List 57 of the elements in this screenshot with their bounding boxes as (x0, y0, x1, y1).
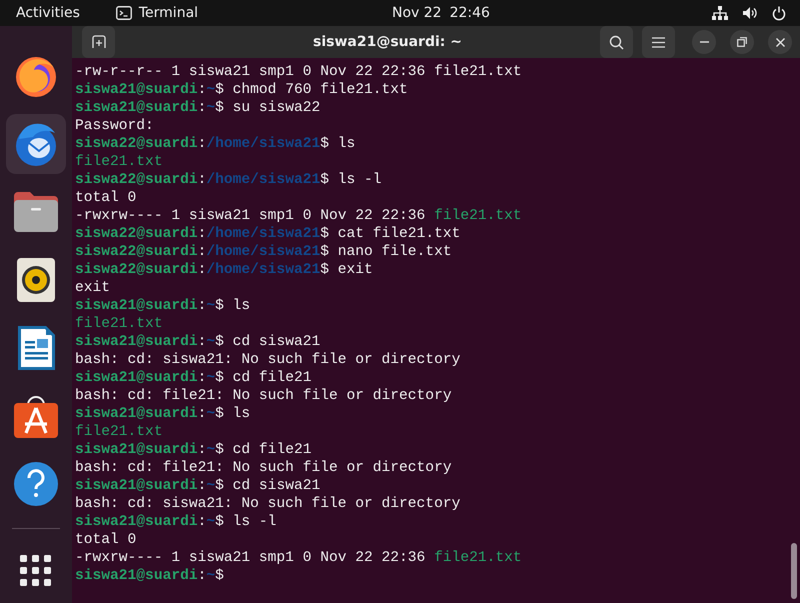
power-icon[interactable] (772, 6, 786, 20)
terminal-line: siswa22@suardi:/home/siswa21$ ls -l (75, 171, 382, 189)
terminal-line: siswa22@suardi:/home/siswa21$ cat file21.txt (75, 225, 460, 243)
minimize-button[interactable] (692, 30, 716, 54)
close-button[interactable] (768, 30, 792, 54)
activities-button[interactable]: Activities (16, 5, 80, 21)
terminal-line: bash: cd: siswa21: No such file or directory (75, 495, 460, 513)
terminal-line: -rw-r--r-- 1 siswa21 smp1 0 Nov 22 22:36 file21.txt (75, 63, 522, 81)
new-tab-icon (92, 35, 106, 49)
terminal-line: -rwxrw---- 1 siswa21 smp1 0 Nov 22 22:36 file21.txt (75, 207, 522, 225)
terminal-icon (116, 6, 132, 20)
terminal-line: siswa21@suardi:~$ su siswa22 (75, 99, 320, 117)
terminal-line: siswa22@suardi:/home/siswa21$ nano file.txt (75, 243, 452, 261)
clock[interactable]: Nov 22 22:46 (392, 5, 490, 21)
app-menu[interactable]: Terminal (116, 5, 198, 21)
terminal-line: Password: (75, 117, 154, 135)
terminal-line: siswa22@suardi:/home/siswa21$ ls (75, 135, 356, 153)
shopping-bag-icon (13, 393, 59, 439)
new-tab-button[interactable] (82, 26, 115, 58)
terminal-line: siswa21@suardi:~$ cd file21 (75, 441, 312, 459)
terminal-line: bash: cd: siswa21: No such file or directory (75, 351, 460, 369)
app-grid-icon (20, 555, 52, 587)
search-button[interactable] (600, 26, 633, 58)
terminal-line: total 0 (75, 189, 136, 207)
menu-icon (652, 36, 665, 48)
close-icon (776, 38, 784, 46)
terminal-line: siswa21@suardi:~$ ls (75, 297, 250, 315)
terminal-line: exit (75, 279, 110, 297)
minimize-icon (700, 41, 708, 43)
terminal-line: siswa21@suardi:~$ cd siswa21 (75, 477, 320, 495)
terminal-line: file21.txt (75, 153, 163, 171)
restore-icon (737, 37, 747, 47)
terminal-line: siswa21@suardi:~$ chmod 760 file21.txt (75, 81, 408, 99)
network-icon[interactable] (712, 6, 728, 20)
speaker-icon (16, 257, 56, 303)
terminal-line: siswa22@suardi:/home/siswa21$ exit (75, 261, 373, 279)
volume-icon[interactable] (742, 6, 758, 20)
terminal-line: siswa21@suardi:~$ cd siswa21 (75, 333, 320, 351)
terminal-line: siswa21@suardi:~$ ls (75, 405, 250, 423)
terminal-line: total 0 (75, 531, 136, 549)
terminal-line: file21.txt (75, 315, 163, 333)
window-title: siswa21@suardi: ~ (312, 34, 463, 50)
folder-icon (13, 191, 59, 233)
terminal-line: siswa21@suardi:~$ cd file21 (75, 369, 312, 387)
terminal-line: -rwxrw---- 1 siswa21 smp1 0 Nov 22 22:36 file21.txt (75, 549, 522, 567)
search-icon (609, 34, 624, 50)
menu-button[interactable] (642, 26, 675, 58)
terminal-line: siswa21@suardi:~$ (75, 567, 224, 585)
dock-item[interactable] (6, 114, 66, 174)
terminal-line: file21.txt (75, 423, 163, 441)
document-icon (16, 325, 56, 371)
terminal-line: bash: cd: file21: No such file or directory (75, 387, 452, 405)
terminal-line: siswa21@suardi:~$ ls -l (75, 513, 276, 531)
help-icon (13, 461, 59, 507)
maximize-button[interactable] (730, 30, 754, 54)
terminal-line: bash: cd: file21: No such file or directory (75, 459, 452, 477)
scrollbar[interactable] (791, 543, 797, 599)
